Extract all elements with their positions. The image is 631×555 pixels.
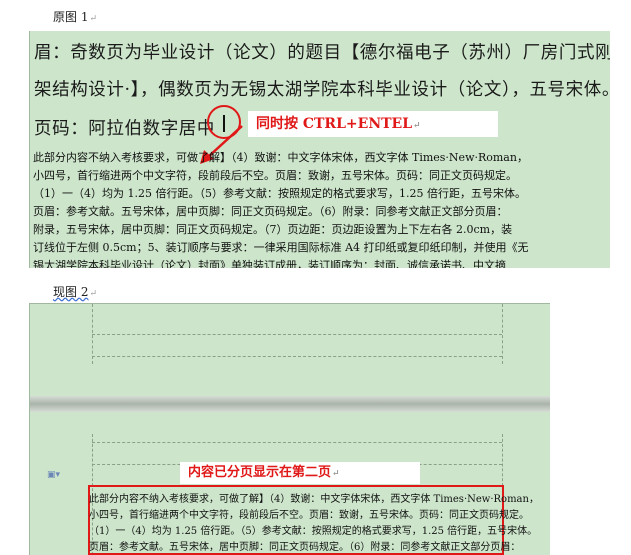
caption-text: 原图 1 <box>53 10 89 24</box>
paragraph-mark-icon: ↵ <box>89 289 97 299</box>
page-2-body-line-4: 页眉：参考文献。五号宋体，居中页脚：同正文页码规定。（6）附录：同参考文献正文部… <box>89 542 521 553</box>
paragraph-mark-icon: ↵ <box>89 14 97 24</box>
current-document-view[interactable]: ▣▾ 内容已分页显示在第二页↵ 此部分内容不纳入考核要求，可做了解】（4）致谢：… <box>29 303 550 555</box>
page-2-body-line-2: 小四号，首行缩进两个中文字符，段前段后不空。页眉：致谢，五号宋体。页码：同正文页… <box>89 510 529 521</box>
page-2-body-line-1: 此部分内容不纳入考核要求，可做了解】（4）致谢：中文字体宋体，西文字体 Time… <box>89 494 539 505</box>
page-2-header-line <box>92 442 502 443</box>
body-line-5: 附录，五号宋体，居中页脚：同正文页码规定。（7）页边距：页边距设置为上下左右各 … <box>33 223 513 236</box>
shortcut-callout: 同时按 CTRL+ENTEL↵ <box>248 111 498 137</box>
caption-text: 现图 2 <box>53 285 89 299</box>
result-callout: 内容已分页显示在第二页↵ <box>180 462 420 484</box>
page-1-footer-line <box>92 356 502 357</box>
body-line-7: 锡太湖学院本科毕业设计（论文）封面》单独装订成册，装订顺序为：封面、诚信承诺书、… <box>33 259 506 268</box>
page-2-body-line-3: （1）一（4）均为 1.25 倍行距。（5）参考文献：按照规定的格式要求写，1.… <box>89 526 538 537</box>
body-line-4: 页眉：参考文献。五号宋体，居中页脚：同正文页码规定。（6）附录：同参考文献正文部… <box>33 205 508 218</box>
page-break-gap <box>30 396 550 412</box>
page-1-left-margin-line <box>92 304 93 364</box>
result-callout-text: 内容已分页显示在第二页 <box>188 465 332 480</box>
shortcut-callout-text: 同时按 CTRL+ENTEL <box>256 116 413 132</box>
page-1-bottom-margin-line <box>92 334 502 335</box>
body-line-1: 此部分内容不纳入考核要求，可做了解】（4）致谢：中文字体宋体，西文字体 Time… <box>33 151 528 164</box>
figure-caption-1: 原图 1↵ <box>53 8 97 25</box>
figure-caption-2: 现图 2↵ <box>53 283 97 300</box>
body-line-6: 订线位于左侧 0.5cm；5、装订顺序与要求：一律采用国际标准 A4 打印纸或复… <box>33 241 529 254</box>
paragraph-mark-icon: ↵ <box>413 121 421 131</box>
original-document-page[interactable]: 眉：奇数页为毕业设计（论文）的题目【德尔福电子（苏州）厂房门式刚 架结构设计·】… <box>29 31 610 268</box>
body-line-3: （1）一（4）均为 1.25 倍行距。（5）参考文献：按照规定的格式要求写，1.… <box>33 187 526 200</box>
document-icon[interactable]: ▣▾ <box>47 470 60 480</box>
page-1-right-margin-line <box>502 304 503 364</box>
paragraph-mark-icon: ↵ <box>332 469 340 479</box>
body-line-2: 小四号，首行缩进两个中文字符，段前段后不空。页眉：致谢，五号宋体。页码：同正文页… <box>33 169 517 182</box>
